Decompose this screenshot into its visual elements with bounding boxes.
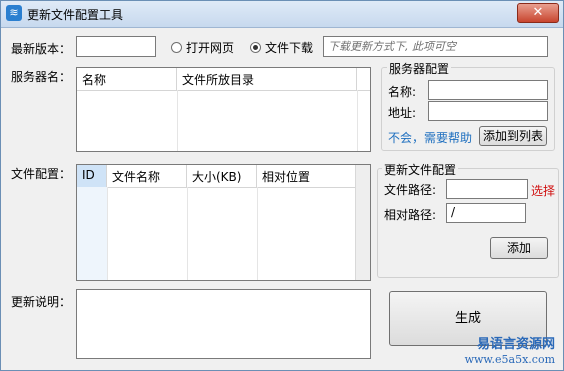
file-col-size[interactable]: 大小(KB) <box>187 165 257 187</box>
version-input[interactable] <box>76 36 156 57</box>
server-address-input[interactable] <box>428 101 548 121</box>
server-col-name[interactable]: 名称 <box>77 68 177 90</box>
help-link[interactable]: 不会，需要帮助 <box>388 129 472 146</box>
version-label: 最新版本： <box>11 42 72 56</box>
server-name-input[interactable] <box>428 80 548 100</box>
file-table-scrollbar[interactable] <box>355 165 370 280</box>
description-textarea[interactable] <box>76 289 371 359</box>
file-table-header: ID 文件名称 大小(KB) 相对位置 <box>77 165 370 188</box>
file-col-relative[interactable]: 相对位置 <box>257 165 357 187</box>
file-id-column-highlight <box>77 187 107 280</box>
server-address-label: 地址: <box>388 106 417 120</box>
file-config-title: 更新文件配置 <box>382 161 459 178</box>
radio-open-page-label: 打开网页 <box>186 41 235 55</box>
radio-open-page-indicator[interactable] <box>171 42 182 53</box>
radio-download-label: 文件下载 <box>265 41 314 55</box>
server-list-label: 服务器名： <box>11 70 72 84</box>
file-col-id[interactable]: ID <box>77 165 107 187</box>
file-path-label: 文件路径: <box>384 183 437 197</box>
server-table[interactable]: 名称 文件所放目录 <box>76 67 371 152</box>
radio-open-page[interactable]: 打开网页 <box>171 39 234 56</box>
close-button[interactable]: ✕ <box>517 3 559 23</box>
radio-download[interactable]: 文件下载 <box>250 39 313 56</box>
server-table-header: 名称 文件所放目录 <box>77 68 370 91</box>
file-col-divider <box>257 187 258 280</box>
watermark-url: www.e5a5x.com <box>464 353 555 366</box>
file-col-divider <box>187 187 188 280</box>
relative-path-label: 相对路径: <box>384 208 437 222</box>
main-window: ≋ 更新文件配置工具 ✕ 最新版本： 打开网页 文件下载 下载更新方式下, 此项… <box>0 0 564 371</box>
title-bar[interactable]: ≋ 更新文件配置工具 ✕ <box>1 1 563 28</box>
update-url-input[interactable]: 下载更新方式下, 此项可空 <box>323 36 548 57</box>
description-label: 更新说明： <box>11 295 72 309</box>
file-path-input[interactable] <box>446 179 528 199</box>
watermark: 易语言资源网 www.e5a5x.com <box>445 337 555 367</box>
server-col-divider <box>177 90 178 151</box>
select-file-link[interactable]: 选择 <box>531 182 555 199</box>
file-col-name[interactable]: 文件名称 <box>107 165 187 187</box>
server-config-title: 服务器配置 <box>387 60 452 77</box>
server-col-directory[interactable]: 文件所放目录 <box>177 68 357 90</box>
radio-download-indicator[interactable] <box>250 42 261 53</box>
window-title: 更新文件配置工具 <box>27 8 124 22</box>
file-list-label: 文件配置： <box>11 167 72 181</box>
app-icon: ≋ <box>6 5 22 21</box>
watermark-name: 易语言资源网 <box>476 337 555 352</box>
server-col-divider <box>357 90 358 151</box>
server-name-label: 名称: <box>388 85 417 99</box>
relative-path-input[interactable]: / <box>446 203 526 223</box>
add-file-button[interactable]: 添加 <box>490 237 548 259</box>
add-to-list-button[interactable]: 添加到列表 <box>479 126 547 146</box>
file-col-divider <box>107 187 108 280</box>
file-table[interactable]: ID 文件名称 大小(KB) 相对位置 <box>76 164 371 281</box>
